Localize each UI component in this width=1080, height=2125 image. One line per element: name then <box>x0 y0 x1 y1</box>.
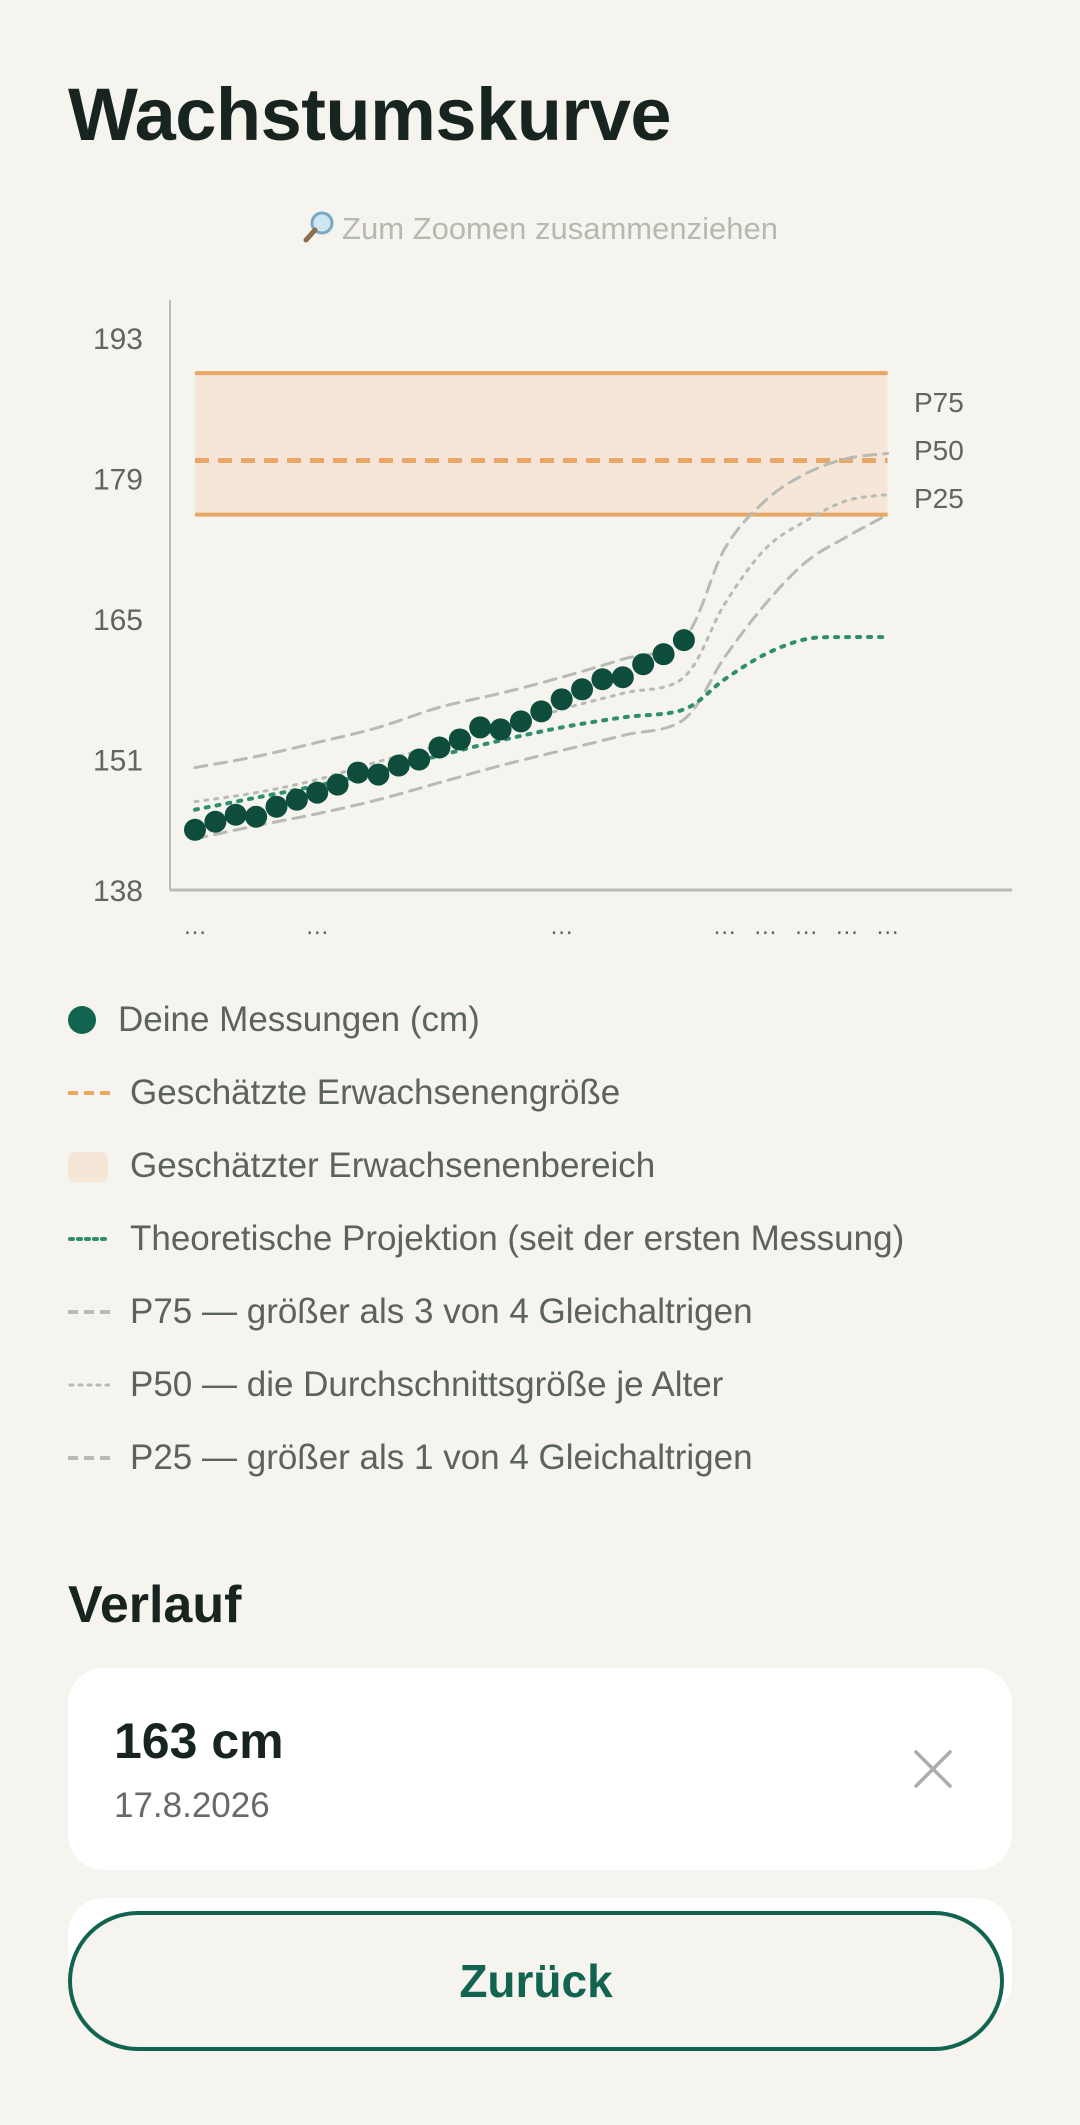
legend-label: P25 — größer als 1 von 4 Gleichaltrigen <box>130 1438 753 1477</box>
percentile-label-p50: P50 <box>914 435 964 466</box>
adult-range-band <box>195 373 888 515</box>
legend-dotted-gray-marker <box>68 1383 110 1387</box>
x-tick-label: … <box>876 913 900 940</box>
measurement-point[interactable] <box>367 763 390 786</box>
y-tick-label: 165 <box>93 604 143 637</box>
history-section-title: Verlauf <box>68 1576 242 1634</box>
p50-curve <box>193 493 890 804</box>
legend-shaded-range-marker <box>68 1152 108 1182</box>
legend-label: Geschätzte Erwachsenengröße <box>130 1073 621 1112</box>
measurement-point[interactable] <box>326 773 349 796</box>
legend-label: P75 — größer als 3 von 4 Gleichaltrigen <box>130 1292 753 1331</box>
measurement-point[interactable] <box>509 710 532 733</box>
magnifier-icon <box>302 210 336 247</box>
legend-label: Deine Messungen (cm) <box>118 1000 480 1039</box>
legend-label: P50 — die Durchschnittsgröße je Alter <box>130 1365 724 1404</box>
x-tick-label: … <box>753 913 777 940</box>
history-entry-value: 163 cm <box>114 1713 284 1769</box>
growth-chart[interactable]: 193 179 165 151 138 P75 P50 P25 … … … … … … … … <box>0 290 1080 950</box>
x-tick-label: … <box>305 913 329 940</box>
measurement-point[interactable] <box>245 805 268 828</box>
measurement-point[interactable] <box>224 803 247 826</box>
measurement-point[interactable] <box>408 748 431 771</box>
measurement-point[interactable] <box>184 818 206 841</box>
y-tick-label: 151 <box>93 745 143 778</box>
measurement-point[interactable] <box>672 629 695 652</box>
measurement-point[interactable] <box>571 678 594 701</box>
y-tick-label: 138 <box>93 875 143 908</box>
x-tick-label: … <box>550 913 574 940</box>
measurement-point[interactable] <box>346 761 369 784</box>
y-tick-label: 193 <box>93 323 143 356</box>
history-entry-card: 163 cm 17.8.2026 <box>68 1668 1012 1870</box>
measurement-point[interactable] <box>265 795 288 818</box>
x-tick-label: … <box>183 913 207 940</box>
y-tick-label: 179 <box>93 464 143 497</box>
back-button[interactable]: Zurück <box>68 1911 1004 2051</box>
x-tick-label: … <box>794 913 818 940</box>
measurement-point[interactable] <box>652 643 675 666</box>
measurement-point[interactable] <box>530 700 553 723</box>
measurement-point[interactable] <box>285 788 308 811</box>
measurement-point[interactable] <box>306 781 329 804</box>
percentile-label-p25: P25 <box>914 483 964 514</box>
legend-dot-marker <box>68 1006 96 1034</box>
history-entry-date: 17.8.2026 <box>114 1786 270 1825</box>
legend-label: Geschätzter Erwachsenenbereich <box>130 1146 656 1185</box>
legend-dashed-gray-marker <box>68 1456 110 1460</box>
page-title: Wachstumskurve <box>68 73 672 156</box>
legend-dotted-green-marker <box>68 1237 110 1241</box>
measurement-point[interactable] <box>448 728 471 751</box>
measurement-point[interactable] <box>591 668 614 691</box>
measurement-point[interactable] <box>204 810 227 833</box>
legend-dashed-orange-marker <box>68 1091 110 1095</box>
measurement-point[interactable] <box>428 736 451 759</box>
measurement-point[interactable] <box>550 688 573 711</box>
measurement-point[interactable] <box>611 666 634 689</box>
zoom-hint-text: Zum Zoomen zusammenziehen <box>342 211 778 246</box>
close-icon[interactable] <box>898 1734 968 1804</box>
percentile-label-p75: P75 <box>914 387 964 418</box>
x-tick-label: … <box>835 913 859 940</box>
measurement-point[interactable] <box>469 716 492 739</box>
zoom-hint: Zum Zoomen zusammenziehen <box>0 210 1080 247</box>
legend-label: Theoretische Projektion (seit der ersten… <box>130 1219 905 1258</box>
measurement-point[interactable] <box>387 754 410 777</box>
measurement-point[interactable] <box>489 718 512 741</box>
legend-dashed-gray-marker <box>68 1310 110 1314</box>
measurement-point[interactable] <box>632 653 655 676</box>
projection-curve <box>193 634 890 812</box>
x-tick-label: … <box>713 913 737 940</box>
